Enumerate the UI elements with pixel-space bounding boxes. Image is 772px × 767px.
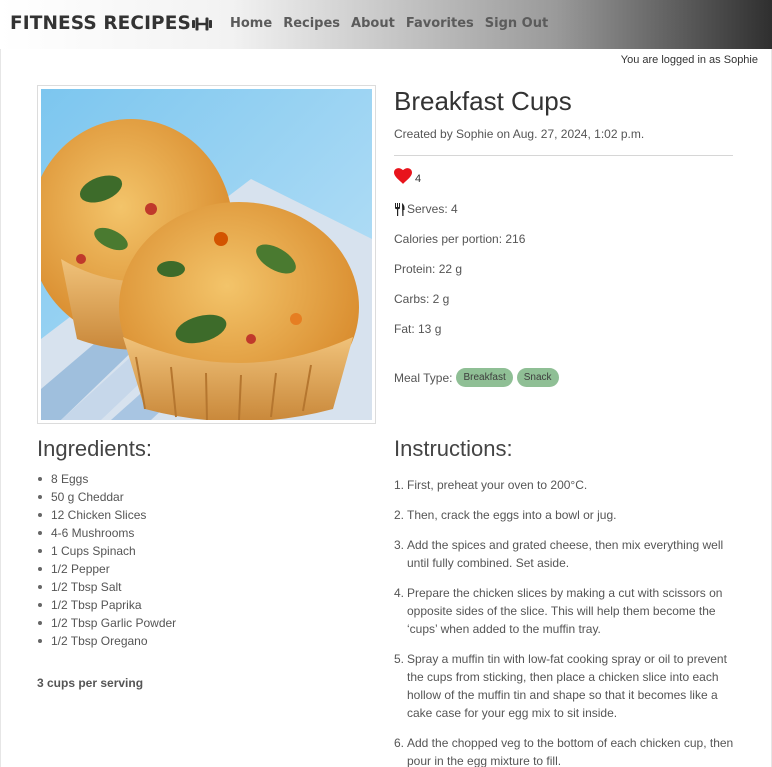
ingredient-item: 1/2 Tbsp Salt [37, 578, 176, 596]
instruction-step: 1. First, preheat your oven to 200°C. [394, 476, 739, 494]
step-text: First, preheat your oven to 200°C. [407, 478, 588, 492]
instruction-step: 6. Add the chopped veg to the bottom of e… [394, 734, 739, 767]
ingredient-item: 1/2 Tbsp Oregano [37, 632, 176, 650]
likes: 4 [394, 167, 421, 185]
ingredient-item: 8 Eggs [37, 470, 176, 488]
dumbbell-icon [192, 17, 212, 31]
nav-home-link[interactable]: Home [230, 16, 272, 31]
step-text: Spray a muffin tin with low-fat cooking … [407, 652, 727, 720]
servings-text: Serves: 4 [407, 202, 458, 216]
instructions-list: 1. First, preheat your oven to 200°C. 2. T… [394, 476, 739, 767]
instruction-step: 2. Then, crack the eggs into a bowl or ju… [394, 506, 739, 524]
meal-type-tag-snack[interactable]: Snack [516, 368, 559, 387]
recipe-photo [41, 89, 372, 420]
nav-about-link[interactable]: About [351, 16, 395, 31]
recipe-author-date: Created by Sophie on Aug. 27, 2024, 1:02… [394, 127, 645, 141]
ingredient-item: 1/2 Tbsp Garlic Powder [37, 614, 176, 632]
ingredient-item: 12 Chicken Slices [37, 506, 176, 524]
step-number: 5. [394, 652, 405, 666]
recipe-photo-frame [37, 85, 376, 424]
instructions-heading: Instructions: [394, 436, 513, 461]
step-text: Add the spices and grated cheese, then m… [407, 538, 724, 570]
instruction-step: 5. Spray a muffin tin with low-fat cookin… [394, 650, 739, 722]
step-text: Prepare the chicken slices by making a c… [407, 586, 723, 636]
ingredient-item: 4-6 Mushrooms [37, 524, 176, 542]
logged-in-status: You are logged in as Sophie [620, 54, 758, 66]
title-divider [394, 155, 733, 156]
step-number: 6. [394, 736, 405, 750]
instruction-step: 4. Prepare the chicken slices by making a… [394, 584, 739, 638]
nav-links: Home Recipes About Favorites Sign Out [230, 16, 559, 31]
nav-recipes-link[interactable]: Recipes [283, 16, 340, 31]
recipe-title: Breakfast Cups [394, 86, 572, 116]
step-text: Then, crack the eggs into a bowl or jug. [407, 508, 617, 522]
ingredient-item: 1/2 Tbsp Paprika [37, 596, 176, 614]
meal-type: Meal Type: Breakfast Snack [394, 368, 562, 387]
step-number: 1. [394, 478, 405, 492]
protein: Protein: 22 g [394, 262, 463, 276]
ingredient-item: 50 g Cheddar [37, 488, 176, 506]
per-serving-note: 3 cups per serving [37, 676, 144, 690]
brand-name[interactable]: FITNESS RECIPES [10, 13, 191, 34]
ingredients-heading: Ingredients: [37, 436, 152, 461]
instruction-step: 3. Add the spices and grated cheese, then… [394, 536, 739, 572]
navbar: FITNESS RECIPES Home Recipes About Favor… [0, 0, 772, 49]
step-number: 2. [394, 508, 405, 522]
carbs: Carbs: 2 g [394, 292, 450, 306]
step-number: 4. [394, 586, 405, 600]
meal-type-tag-breakfast[interactable]: Breakfast [456, 368, 513, 387]
nav-sign-out-link[interactable]: Sign Out [485, 16, 548, 31]
ingredient-item: 1/2 Pepper [37, 560, 176, 578]
ingredient-item: 1 Cups Spinach [37, 542, 176, 560]
calories-per-portion: Calories per portion: 216 [394, 232, 526, 246]
heart-icon[interactable] [394, 168, 412, 184]
meal-type-label: Meal Type: [394, 370, 453, 385]
step-number: 3. [394, 538, 405, 552]
fat: Fat: 13 g [394, 322, 442, 336]
step-text: Add the chopped veg to the bottom of eac… [407, 736, 734, 767]
nav-favorites-link[interactable]: Favorites [406, 16, 474, 31]
servings: Serves: 4 [394, 202, 458, 216]
ingredients-list: 8 Eggs 50 g Cheddar 12 Chicken Slices 4-… [37, 470, 176, 650]
likes-count: 4 [415, 173, 422, 185]
cutlery-icon [395, 202, 405, 216]
